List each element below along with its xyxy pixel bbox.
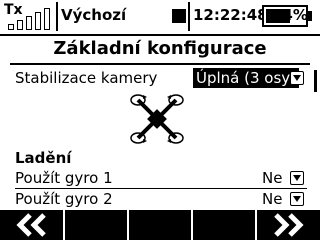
double-chevron-right-icon: [274, 213, 304, 237]
toolbar-button-2[interactable]: [65, 210, 127, 240]
scrollbar-thumb[interactable]: [314, 70, 317, 92]
bottom-toolbar: [0, 210, 320, 240]
toolbar-button-3[interactable]: [129, 210, 191, 240]
next-page-button[interactable]: [257, 210, 320, 240]
dropdown-arrow-icon[interactable]: [290, 171, 304, 185]
gyro1-label: Použít gyro 1: [15, 169, 113, 187]
title-underline: [10, 63, 310, 65]
signal-bar: [17, 20, 23, 30]
battery-icon: 64%: [262, 5, 314, 27]
model-name[interactable]: Výchozí: [61, 6, 126, 24]
page-title: Základní konfigurace: [53, 38, 267, 59]
toolbar-button-4[interactable]: [193, 210, 255, 240]
battery-percent: 64%: [272, 6, 308, 24]
status-divider: [188, 2, 190, 31]
gyro2-value[interactable]: Ne: [262, 190, 282, 208]
tx-label: Tx: [4, 2, 23, 18]
row-divider: [15, 188, 307, 189]
signal-bar: [44, 8, 50, 30]
prev-page-button[interactable]: [0, 210, 63, 240]
tuning-heading: Ladění: [15, 149, 72, 167]
clock: 12:22:48: [193, 6, 268, 24]
camera-stabilization-label: Stabilizace kamery: [15, 69, 158, 87]
signal-bar: [8, 24, 14, 30]
gyro2-label: Použít gyro 2: [15, 190, 113, 208]
battery-tip: [308, 11, 312, 21]
status-divider: [56, 2, 58, 31]
status-separator: [0, 34, 320, 36]
double-chevron-left-icon: [16, 213, 46, 237]
tx-signal-indicator: Tx: [0, 2, 55, 31]
status-bar: Tx Výchozí 12:22:48 64%: [0, 0, 320, 36]
signal-bar: [35, 12, 41, 30]
dropdown-arrow-icon[interactable]: [290, 192, 304, 206]
dropdown-arrow-icon[interactable]: [290, 71, 304, 85]
timer-stop-icon: [172, 9, 186, 23]
gyro1-value[interactable]: Ne: [262, 169, 282, 187]
signal-bar: [26, 16, 32, 30]
quadcopter-icon: [130, 94, 184, 144]
camera-stabilization-select[interactable]: Úplná (3 osy): [193, 68, 300, 88]
